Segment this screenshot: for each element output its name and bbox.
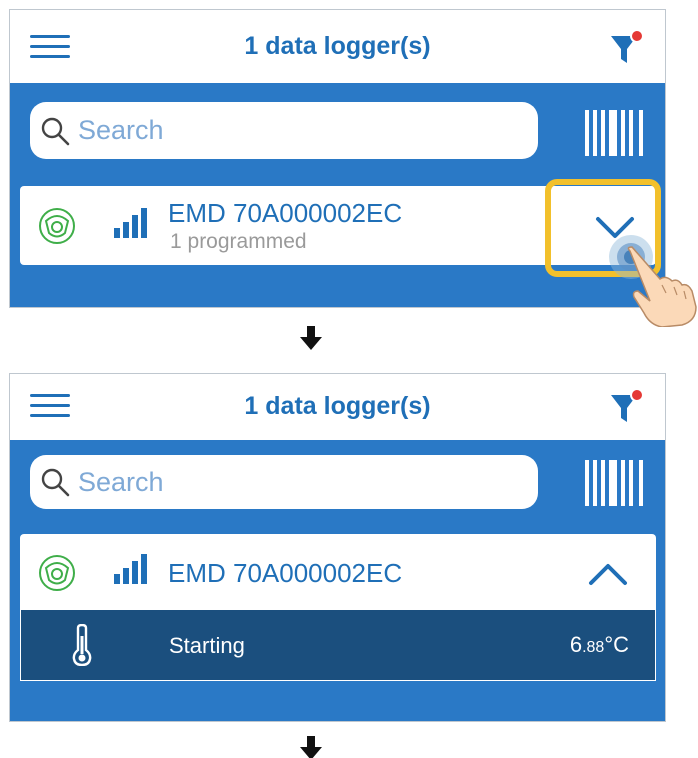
page-title: 1 data logger(s) — [244, 392, 431, 420]
device-status-subtitle: 1 programmed — [170, 230, 307, 253]
tap-hand-icon — [627, 246, 697, 327]
arrow-down-icon — [300, 326, 322, 350]
search-bar[interactable] — [30, 455, 538, 509]
chevron-up-icon[interactable] — [588, 562, 628, 586]
signal-strength-icon — [114, 208, 147, 238]
temperature-unit: °C — [604, 632, 629, 657]
barcode-icon[interactable] — [583, 460, 647, 506]
search-input[interactable] — [78, 455, 518, 509]
filter-icon[interactable] — [607, 28, 647, 68]
temperature-readout: 6.88°C — [570, 632, 629, 658]
logger-status-row[interactable]: Starting 6.88°C — [20, 610, 656, 681]
status-label: Starting — [169, 633, 245, 658]
top-bar: 1 data logger(s) — [10, 10, 665, 83]
page-title: 1 data logger(s) — [244, 32, 431, 60]
top-bar: 1 data logger(s) — [10, 374, 665, 440]
temperature-decimal: .88 — [582, 639, 605, 656]
signal-strength-icon — [114, 554, 147, 584]
search-icon — [41, 117, 70, 145]
sensor-icon — [39, 555, 75, 591]
device-card-expanded[interactable]: EMD 70A000002EC Starting 6.88°C — [20, 534, 656, 681]
search-input[interactable] — [78, 102, 518, 159]
tutorial-stage: 1 data logger(s) Search EMD 70A000002EC … — [0, 0, 698, 758]
app-screen-expanded: 1 data logger(s) Search EMD 70A000002EC … — [9, 373, 666, 722]
search-icon — [41, 468, 70, 497]
temperature-integer: 6 — [569, 632, 583, 657]
device-name: EMD 70A000002EC — [168, 198, 403, 228]
arrow-down-icon — [300, 736, 322, 758]
device-name: EMD 70A000002EC — [168, 558, 403, 588]
sensor-icon — [39, 208, 75, 244]
barcode-icon[interactable] — [583, 110, 647, 156]
filter-icon[interactable] — [607, 387, 647, 427]
search-bar[interactable] — [30, 102, 538, 159]
thermometer-icon — [72, 624, 92, 666]
